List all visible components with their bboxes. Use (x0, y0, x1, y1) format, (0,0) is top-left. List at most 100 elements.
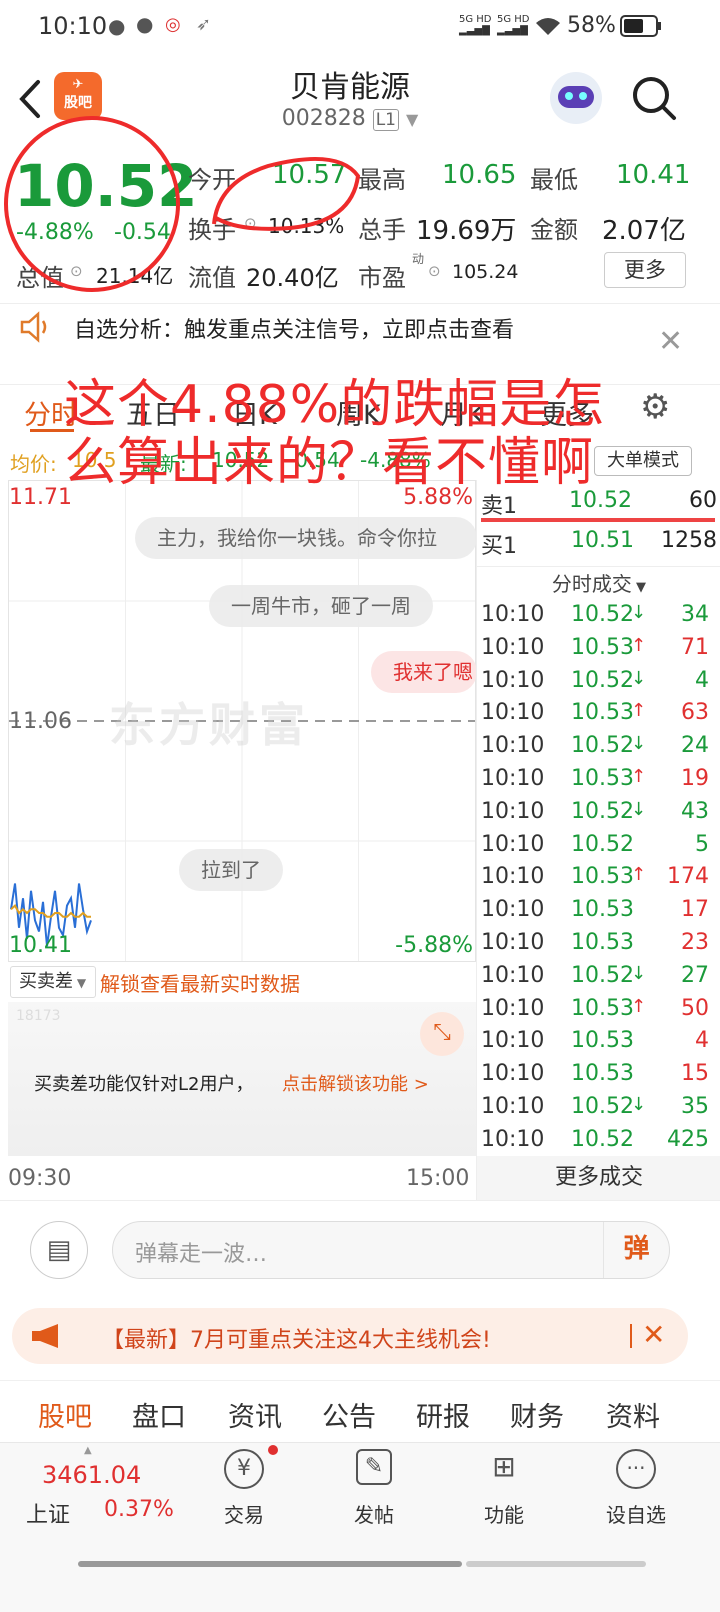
nav-trade[interactable]: ¥ 交易 (204, 1445, 284, 1528)
stock-code: 002828 (281, 106, 366, 131)
close-icon[interactable]: ✕ (658, 324, 683, 359)
guba-logo[interactable]: ✈ 股吧 (54, 72, 102, 120)
time-end-label: 15:00 (406, 1166, 470, 1191)
danmaku-placeholder: 弹幕走一波… (135, 1242, 268, 1267)
tab-finance[interactable]: 财务 (510, 1395, 564, 1434)
page-title: 贝肯能源 (290, 70, 410, 105)
tick-row: 10:10 10.53 ↑ 63 (481, 700, 709, 733)
tick-row: 10:10 10.53 ↑ 19 (481, 766, 709, 799)
wechat-icon: ● (108, 14, 126, 38)
search-icon[interactable] (630, 74, 678, 122)
tick-direction-icon: ↓ (631, 798, 647, 820)
tab-guba[interactable]: 股吧 (38, 1395, 92, 1434)
info-icon: ⊙ (428, 262, 441, 280)
tick-volume: 24 (681, 733, 709, 759)
index-pct: 0.37% (104, 1497, 174, 1522)
spread-select[interactable]: 买卖差 ▼ (10, 966, 96, 998)
tick-row: 10:10 10.53 4 (481, 1028, 709, 1061)
back-icon[interactable] (16, 78, 44, 120)
tick-row: 10:10 10.52 ↓ 35 (481, 1094, 709, 1127)
chevron-down-icon: ▼ (405, 110, 419, 129)
nav-functions[interactable]: ⊞ 功能 (464, 1449, 544, 1528)
promo-banner[interactable]: 【最新】7月可重点关注这4大主线机会! ✕ (12, 1308, 688, 1364)
bottom-nav: ▲ 3461.04 上证 0.37% ¥ 交易 ✎ 发帖 ⊞ 功能 ··· 设自… (0, 1442, 720, 1612)
tick-volume: 5 (695, 831, 709, 857)
tab-research[interactable]: 研报 (416, 1395, 470, 1434)
nav-post-label: 发帖 (354, 1503, 394, 1527)
send-danmaku-button[interactable]: 弹 (603, 1222, 669, 1278)
danmaku-bubble: 主力，我给你一块钱。命令你拉 (135, 517, 477, 559)
tick-row: 10:10 10.52 ↓ 4 (481, 668, 709, 701)
spread-hint-link[interactable]: 点击解锁该功能 > (282, 1070, 429, 1096)
amount-value: 2.07亿 (602, 216, 686, 246)
trade-panel: 卖1 10.52 60 买1 10.51 1258 分时成交 ▼ 10:10 10… (476, 480, 720, 1200)
danmaku-bubble: 我来了嗯 (371, 651, 477, 693)
tick-volume: 71 (681, 634, 709, 660)
gear-icon[interactable]: ⚙ (640, 387, 670, 427)
tab-news[interactable]: 资讯 (228, 1395, 282, 1434)
tick-price: 10.53 (571, 864, 634, 890)
status-time: 10:10 (38, 12, 108, 40)
change-percent: -4.88% (16, 220, 94, 245)
volume-value: 19.69万 (416, 216, 517, 246)
float-value: 20.40亿 (246, 264, 339, 292)
tick-direction-icon: ↑ (631, 700, 647, 722)
danmaku-bubble: 拉到了 (179, 849, 283, 891)
unlock-link[interactable]: 解锁查看最新实时数据 (100, 968, 300, 997)
avatar[interactable] (550, 72, 602, 124)
status-bar: 10:10 ● ● ◎ ➶ 5G HD ▂▃▅▇ 5G HD ▂▃▅▇ 58% (0, 0, 720, 56)
chat-icon: ✈ (72, 77, 84, 92)
chevron-down-icon: ▼ (73, 976, 87, 990)
tab-profile[interactable]: 资料 (606, 1395, 660, 1434)
more-button[interactable]: 更多 (604, 252, 686, 288)
high-value: 10.65 (442, 160, 517, 190)
tick-volume: 174 (667, 864, 709, 890)
tab-announcements[interactable]: 公告 (322, 1395, 376, 1434)
tick-time: 10:10 (481, 602, 545, 627)
nav-add-watchlist-label: 设自选 (606, 1503, 666, 1527)
notice-text: 自选分析：触发重点关注信号，立即点击查看 (74, 318, 515, 343)
info-icon: ⊙ (244, 214, 257, 232)
open-label: 今开 (188, 166, 236, 194)
tick-row: 10:10 10.53 23 (481, 930, 709, 963)
level-badge: L1 (372, 109, 399, 131)
info-icon: ⊙ (70, 262, 83, 280)
nav-post[interactable]: ✎ 发帖 (334, 1449, 414, 1528)
pe-dynamic-sup: 动 (412, 252, 425, 266)
notification-dot (268, 1445, 278, 1455)
tick-direction-icon: ↑ (631, 995, 647, 1017)
more-ticks-button[interactable]: 更多成交 (477, 1156, 720, 1200)
tick-volume: 27 (681, 962, 709, 988)
big-order-mode-button[interactable]: 大单模式 (594, 446, 692, 476)
tab-pankou[interactable]: 盘口 (132, 1395, 186, 1434)
tick-time: 10:10 (481, 1094, 545, 1119)
close-icon[interactable]: ✕ (642, 1318, 665, 1351)
time-start-label: 09:30 (8, 1166, 72, 1191)
nav-add-watchlist[interactable]: ··· 设自选 (594, 1449, 678, 1528)
tick-direction-icon: ↓ (631, 667, 647, 689)
tick-row: 10:10 10.52 5 (481, 832, 709, 865)
index-ticker[interactable]: ▲ 3461.04 上证 0.37% (0, 1443, 180, 1553)
danmaku-input[interactable]: 弹幕走一波… 弹 (112, 1221, 670, 1279)
tick-direction-icon: ↑ (631, 766, 647, 787)
danmaku-settings-icon[interactable]: ▤ (30, 1221, 88, 1279)
tick-volume: 4 (695, 667, 709, 693)
tick-volume: 425 (667, 1126, 709, 1152)
tick-price: 10.52 (571, 798, 634, 824)
megaphone-icon (32, 1324, 58, 1348)
tick-time: 10:10 (481, 1028, 545, 1054)
ticks-header[interactable]: 分时成交 ▼ (477, 566, 720, 600)
tick-row: 10:10 10.52 425 (481, 1127, 709, 1160)
tick-price: 10.52 (571, 831, 634, 857)
stock-code-row[interactable]: 002828 L1 ▼ (240, 106, 460, 131)
spread-chart-placeholder: 18173 ⤡ 买卖差功能仅针对L2用户， 点击解锁该功能 > (8, 1002, 476, 1156)
open-value: 10.57 (272, 160, 347, 190)
change-amount: -0.54 (114, 220, 171, 245)
low-value: 10.41 (616, 160, 691, 190)
intraday-chart[interactable]: 东方财富 11.71 11.06 10.41 5.88% -5.88% 主力，我… (8, 480, 477, 962)
expand-icon[interactable]: ⤡ (420, 1012, 464, 1056)
tick-row: 10:10 10.53 ↑ 71 (481, 635, 709, 668)
ticks-title: 分时成交 (551, 572, 632, 596)
tick-time: 10:10 (481, 733, 545, 759)
chevron-down-icon: ▼ (631, 580, 647, 595)
